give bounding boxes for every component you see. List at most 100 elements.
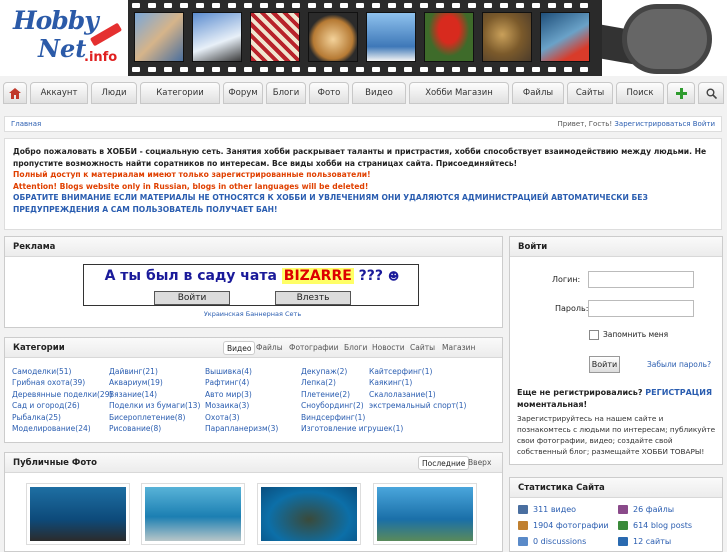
category-link[interactable]: Изготовление игрушек(1) [301,424,403,433]
public-photo-thumb[interactable] [141,483,245,545]
category-link[interactable]: Мозаика(3) [205,401,249,410]
banner-photo-shell [308,12,358,62]
nav-hobby-shop[interactable]: Хобби Магазин [409,82,509,104]
banner-photo-portraits [134,12,184,62]
cat-tab-photos[interactable]: Фотографии [289,341,338,355]
ad-banner[interactable]: А ты был в саду чата BIZARRE ??? ☻ Войти… [83,264,419,306]
ad-banner-text: А ты был в саду чата BIZARRE ??? ☻ [104,268,400,284]
stat-videos[interactable]: 311 видео [518,505,576,514]
category-link[interactable]: Поделки из бумаги(13) [109,401,200,410]
ad-brand: BIZARRE [281,268,354,284]
nav-account[interactable]: Аккаунт [30,82,88,104]
breadcrumb-bar: Главная Привет, Гость! Зарегистрироватьс… [4,116,722,132]
ad-panel-title: Реклама [5,237,502,257]
nav-forum[interactable]: Форум [223,82,263,104]
register-link[interactable]: Зарегистрироваться [614,120,690,128]
nav-blogs[interactable]: Блоги [266,82,306,104]
public-photo-thumb[interactable] [26,483,130,545]
banner-photo-embroidery [250,12,300,62]
breadcrumb-home[interactable]: Главная [11,120,41,128]
nav-sites[interactable]: Сайты [567,82,613,104]
category-link[interactable]: Вышивка(4) [205,367,252,376]
welcome-language-note: Attention! Blogs website only in Russian… [13,181,369,191]
category-link[interactable]: Парапланеризм(3) [205,424,278,433]
banner-photo-kayak [540,12,590,62]
cat-tab-news[interactable]: Новости [372,341,405,355]
home-icon [9,88,21,99]
stat-photos[interactable]: 1904 фотографии [518,521,609,530]
nav-video[interactable]: Видео [352,82,406,104]
category-link[interactable]: Рыбалка(25) [12,413,61,422]
category-link[interactable]: Виндсерфинг(1) [301,413,365,422]
promo-tail: моментальная! [517,400,588,409]
nav-search-button[interactable] [698,82,724,104]
logo-info-text: .info [84,50,118,65]
category-link[interactable]: Рисование(8) [109,424,161,433]
cat-tab-shop[interactable]: Магазин [442,341,475,355]
banner-photo-ski [192,12,242,62]
category-link[interactable]: Вязание(14) [109,390,157,399]
category-link[interactable]: Дайвинг(21) [109,367,158,376]
category-link[interactable]: Рафтинг(4) [205,378,249,387]
ad-network-caption[interactable]: Украинская Баннерная Сеть [0,310,505,318]
login-label: Логин: [552,275,581,284]
remember-checkbox[interactable] [589,330,599,340]
category-link[interactable]: Деревянные поделки(29) [12,390,112,399]
video-icon [518,505,528,514]
category-link[interactable]: Сноубординг(2) [301,401,364,410]
login-submit-button[interactable]: Войти [589,356,620,373]
cat-tab-blogs[interactable]: Блоги [344,341,367,355]
ad-enter-button[interactable]: Влезть [275,291,351,305]
category-link[interactable]: Бисероплетение(8) [109,413,185,422]
category-link[interactable]: Моделирование(24) [12,424,91,433]
registration-link[interactable]: РЕГИСТРАЦИЯ [645,388,712,397]
login-link[interactable]: Войти [693,120,715,128]
nav-add[interactable] [667,82,695,104]
cat-tab-video[interactable]: Видео [223,341,256,355]
smiley-icon: ☻ [387,270,400,283]
stat-posts[interactable]: 614 blog posts [618,521,692,530]
photos-title: Публичные Фото [13,458,97,468]
category-link[interactable]: экстремальный спорт(1) [369,401,466,410]
category-link[interactable]: Скалолазание(1) [369,390,436,399]
photos-tab-latest[interactable]: Последние [418,456,470,470]
stats-title: Статистика Сайта [510,478,722,498]
site-logo[interactable]: Hobby Net .info [10,4,123,70]
public-photo-thumb[interactable] [257,483,361,545]
nav-categories[interactable]: Категории [140,82,220,104]
forgot-password-link[interactable]: Забыли пароль? [647,360,711,369]
banner-photo-yacht [366,12,416,62]
category-link[interactable]: Самоделки(51) [12,367,71,376]
cat-tab-sites[interactable]: Сайты [410,341,435,355]
category-link[interactable]: Авто мир(3) [205,390,252,399]
nav-files[interactable]: Файлы [512,82,564,104]
category-link[interactable]: Кайтсерфинг(1) [369,367,432,376]
ad-login-button[interactable]: Войти [154,291,230,305]
password-input[interactable] [588,300,694,317]
category-link[interactable]: Лепка(2) [301,378,336,387]
category-link[interactable]: Декупаж(2) [301,367,347,376]
nav-photo[interactable]: Фото [309,82,349,104]
banner-photo-mushroom [424,12,474,62]
files-icon [618,505,628,514]
user-greeting: Привет, Гость! Зарегистрироваться Войти [558,120,715,128]
stat-files[interactable]: 26 файлы [618,505,674,514]
nav-search[interactable]: Поиск [616,82,664,104]
nav-home[interactable] [3,82,27,104]
category-link[interactable]: Сад и огород(26) [12,401,80,410]
film-strip-banner [128,0,602,76]
cat-tab-files[interactable]: Файлы [256,341,283,355]
photos-tab-top[interactable]: Вверх [468,456,491,470]
category-link[interactable]: Охота(3) [205,413,240,422]
category-link[interactable]: Грибная охота(39) [12,378,85,387]
nav-people[interactable]: Люди [91,82,137,104]
public-photo-thumb[interactable] [373,483,477,545]
welcome-intro: Добро пожаловать в ХОББИ - социальную се… [13,147,707,168]
category-link[interactable]: Аквариум(19) [109,378,163,387]
login-input[interactable] [588,271,694,288]
search-icon [706,88,717,100]
category-link[interactable]: Плетение(2) [301,390,350,399]
category-link[interactable]: Каякинг(1) [369,378,412,387]
photos-header: Публичные Фото Последние Вверх [5,453,502,473]
add-icon [675,88,687,99]
